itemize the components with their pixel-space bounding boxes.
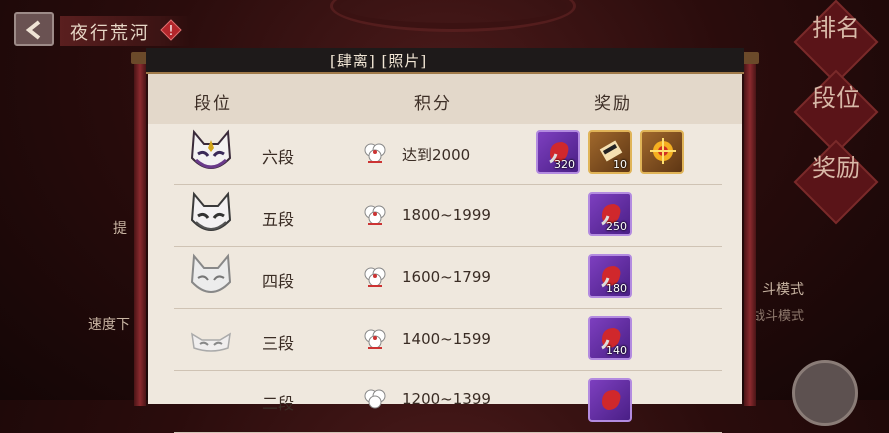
flower-icon [364,389,386,409]
scroll-rod-left [134,56,146,406]
table-row: 二段 1200~1399 [174,372,722,433]
rank-label: 二段 [262,394,295,413]
fox-mask-icon [190,191,232,231]
rank-label: 六段 [262,148,295,167]
reward-count: 320 [554,158,575,171]
reward-count: 250 [606,220,627,233]
reward-item[interactable] [588,378,632,422]
rank-label: 五段 [262,210,295,229]
reward-count: 140 [606,344,627,357]
rank-label: 三段 [262,334,295,353]
reward-column-header: 奖励 [594,94,632,114]
reward-item[interactable]: 250 [588,192,632,236]
table-row: 三段 1400~1599 140 [174,310,722,371]
score-column-header: 积分 [414,94,452,114]
reward-count: 180 [606,282,627,295]
background-text: 战斗模式 [752,309,805,324]
svg-text:!: ! [168,24,173,39]
reward-item[interactable]: 180 [588,254,632,298]
table-row: 六段 达到2000 320 10 [174,124,722,185]
ranking-banner-label: 排名 [812,14,860,42]
table-row: 四段 1600~1799 180 [174,248,722,309]
rank-banner-label: 段位 [812,84,860,112]
menu-round-icon[interactable] [792,360,858,426]
fox-mask-icon [190,129,232,169]
score-range: 1800~1999 [402,206,491,224]
background-text: 速度下 [88,317,130,333]
page-title: 夜行荒河 [70,23,150,44]
score-range: 达到2000 [402,146,471,164]
score-range: 1200~1399 [402,390,491,408]
table-header: 段位 积分 奖励 [148,74,742,124]
reward-banner-label: 奖励 [812,154,860,182]
flower-icon [364,267,386,287]
scroll-title: [肆离] [照片] [330,52,428,70]
rank-label: 四段 [262,272,295,291]
score-range: 1400~1599 [402,330,491,348]
score-range: 1600~1799 [402,268,491,286]
alert-icon[interactable]: ! [160,19,182,41]
reward-item[interactable]: 140 [588,316,632,360]
scroll-header [146,48,744,74]
flower-icon [364,143,386,163]
spark-item-icon [650,138,676,164]
background-text: 提 [113,221,127,237]
table-row: 五段 1800~1999 250 [174,186,722,247]
back-button[interactable] [14,12,54,46]
rank-reward-panel: 段位 积分 奖励 六段 达到2000 320 10 五段 1800~1999 2… [148,74,742,433]
background-text: 斗模式 [762,282,804,298]
top-ornament [330,0,576,32]
reward-item[interactable]: 10 [588,130,632,174]
flower-icon [364,329,386,349]
back-arrow-icon [25,20,41,40]
fox-mask-icon [190,253,232,293]
scroll-rod-right [744,56,756,406]
rank-column-header: 段位 [194,94,232,114]
reward-item[interactable] [640,130,684,174]
red-bird-icon [602,390,621,410]
reward-item[interactable]: 320 [536,130,580,174]
half-mask-icon [191,332,231,352]
flower-icon [364,205,386,225]
reward-count: 10 [613,158,627,171]
reward-banner[interactable] [793,139,879,225]
